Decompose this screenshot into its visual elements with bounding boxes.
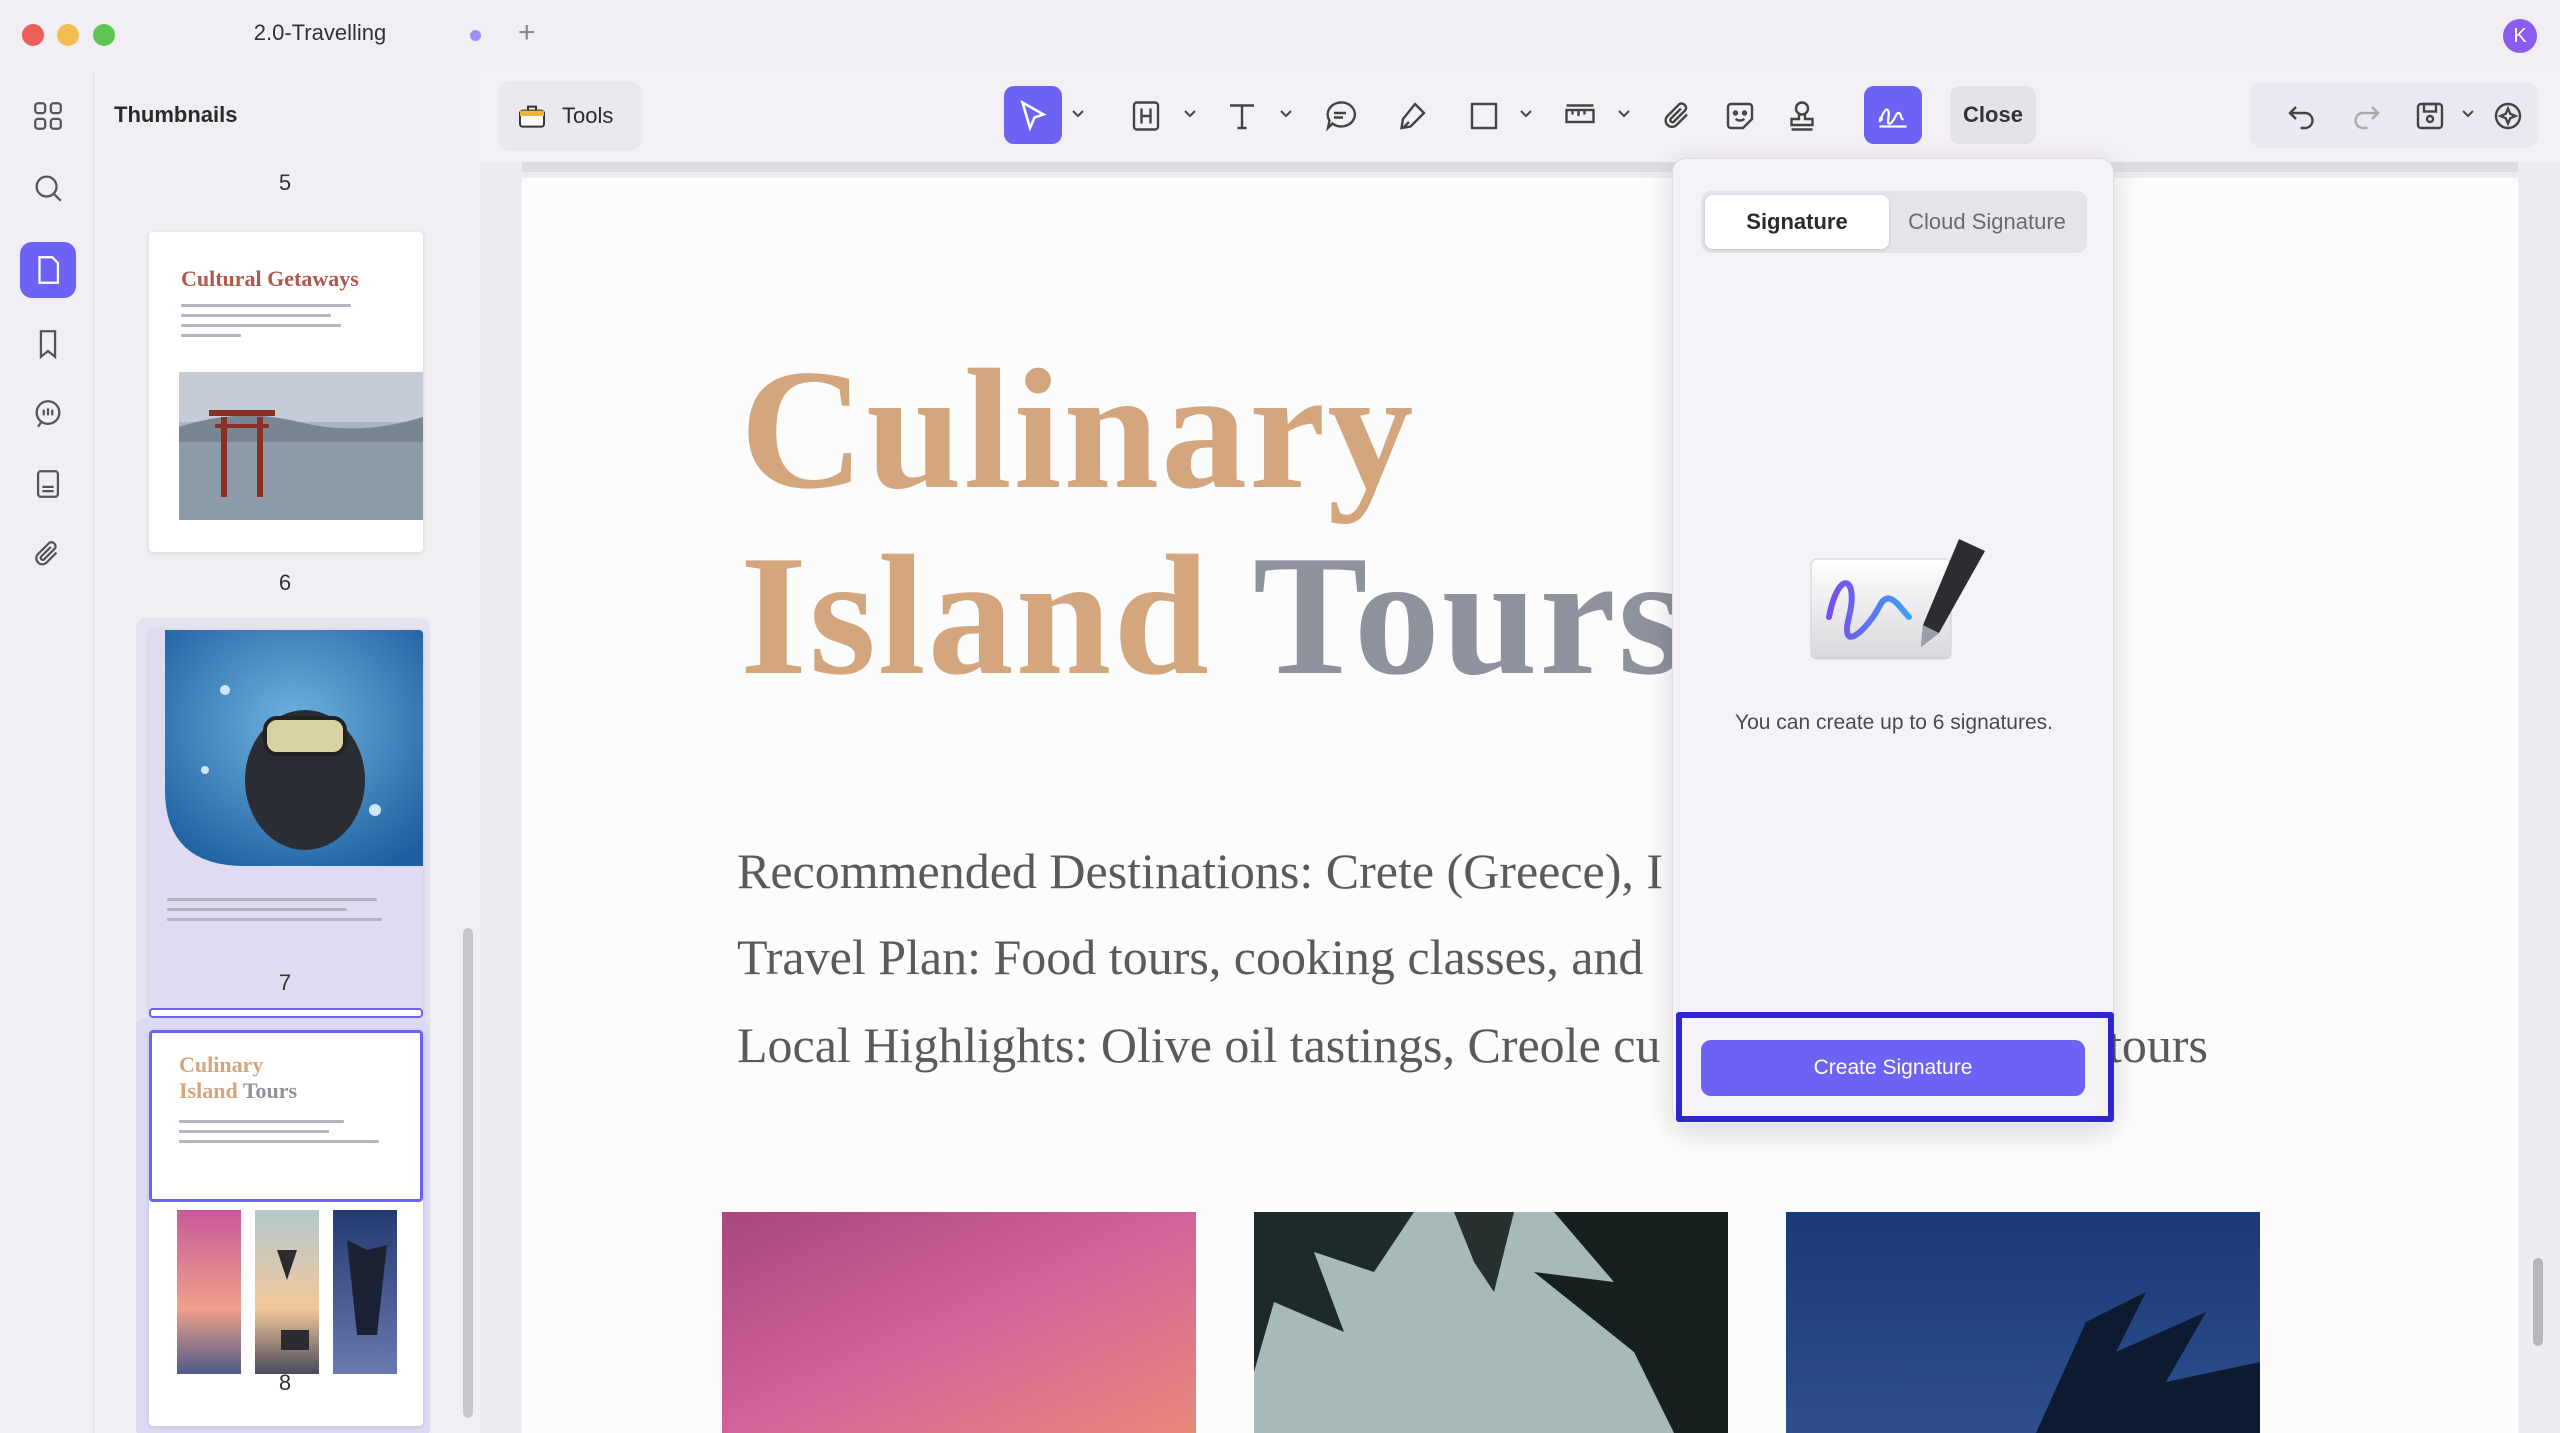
document-tab-title[interactable]: 2.0-Travelling <box>200 20 440 46</box>
new-tab-button[interactable]: + <box>518 16 536 50</box>
thumbnails-title: Thumbnails <box>114 102 238 127</box>
chevron-down-icon[interactable] <box>2460 105 2476 121</box>
unsaved-dot-icon <box>470 30 481 41</box>
palm-tree-photo[interactable] <box>1254 1212 1728 1433</box>
text-icon[interactable] <box>1222 96 1262 136</box>
bookmark-icon[interactable] <box>20 316 76 372</box>
tab-cloud-signature[interactable]: Cloud Signature <box>1891 195 2083 249</box>
toolbox-icon <box>519 105 545 128</box>
document-title-line1[interactable]: Culinary <box>740 332 1415 529</box>
signature-segmented-control: Signature Cloud Signature <box>1701 191 2087 253</box>
title-word-tours: Tours <box>1252 521 1687 711</box>
stamp-icon[interactable] <box>1782 96 1822 136</box>
thumbnail-text-lines <box>181 304 351 344</box>
sunset-photos <box>177 1210 397 1374</box>
pages-icon[interactable] <box>20 242 76 298</box>
apps-icon[interactable] <box>20 88 76 144</box>
thumbnail-page-number: 7 <box>278 970 292 995</box>
thumbnail-page-number: 5 <box>278 170 292 195</box>
main-toolbar: Tools Close <box>480 72 2560 162</box>
left-rail <box>0 72 94 1433</box>
document-line-destinations[interactable]: Recommended Destinations: Crete (Greece)… <box>737 842 1663 900</box>
chevron-down-icon[interactable] <box>1616 105 1632 121</box>
document-line-highlights-tail[interactable]: tours <box>2108 1016 2208 1074</box>
tools-label: Tools <box>562 103 614 128</box>
cursor-icon[interactable] <box>1013 96 1053 136</box>
create-signature-button[interactable]: Create Signature <box>1701 1040 2085 1096</box>
page-divider <box>522 162 2518 172</box>
close-button[interactable]: Close <box>1950 86 2036 144</box>
redo-icon[interactable] <box>2346 96 2386 136</box>
zoom-window-button[interactable] <box>93 24 115 46</box>
signature-icon[interactable] <box>1873 96 1913 136</box>
close-window-button[interactable] <box>22 24 44 46</box>
torii-gate-photo <box>179 372 423 520</box>
rectangle-icon[interactable] <box>1464 96 1504 136</box>
title-word-island: Island <box>740 521 1211 711</box>
thumbnails-scrollbar[interactable] <box>463 928 473 1418</box>
minimize-window-button[interactable] <box>57 24 79 46</box>
thumbnail-progress <box>149 1008 423 1018</box>
night-palm-photo[interactable] <box>1786 1212 2260 1433</box>
pen-icon[interactable] <box>1392 96 1432 136</box>
signature-limit-hint: You can create up to 6 signatures. <box>1735 711 2053 734</box>
comments-icon[interactable] <box>20 386 76 442</box>
pink-sunset-photo[interactable] <box>722 1212 1196 1433</box>
document-title-line2[interactable]: Island Tours <box>740 518 1687 715</box>
document-line-travel-plan[interactable]: Travel Plan: Food tours, cooking classes… <box>737 928 1643 986</box>
thumbnail-text-lines <box>167 898 387 928</box>
forms-icon[interactable] <box>20 456 76 512</box>
tools-button[interactable]: Tools <box>498 81 642 151</box>
thumbnail-subtitle: Island Tours <box>179 1078 298 1103</box>
signature-popover: Signature Cloud Signature You can create… <box>1672 158 2114 1124</box>
thumbnail-title: Cultural Getaways <box>181 266 359 291</box>
highlight-icon[interactable] <box>1126 96 1166 136</box>
chevron-down-icon[interactable] <box>1070 105 1086 121</box>
attachment-icon[interactable] <box>1658 96 1698 136</box>
thumbnail-page-number: 8 <box>278 1370 292 1395</box>
save-icon[interactable] <box>2410 96 2450 136</box>
undo-icon[interactable] <box>2282 96 2322 136</box>
avatar[interactable]: K <box>2503 19 2537 53</box>
thumbnail-page-6[interactable]: Cultural Getaways <box>149 232 423 552</box>
document-line-highlights[interactable]: Local Highlights: Olive oil tastings, Cr… <box>737 1016 1660 1074</box>
search-icon[interactable] <box>20 160 76 216</box>
thumbnail-page-8[interactable]: Culinary Island Tours <box>149 1030 423 1426</box>
tab-signature[interactable]: Signature <box>1705 195 1889 249</box>
chevron-down-icon[interactable] <box>1518 105 1534 121</box>
diver-photo <box>165 630 423 866</box>
sticker-icon[interactable] <box>1720 96 1760 136</box>
thumbnail-title: Culinary <box>179 1052 264 1077</box>
document-scrollbar[interactable] <box>2533 1258 2543 1346</box>
thumbnail-page-7[interactable] <box>149 630 423 1026</box>
chevron-down-icon[interactable] <box>1182 105 1198 121</box>
thumbnail-page-number: 6 <box>278 570 292 595</box>
chevron-down-icon[interactable] <box>1278 105 1294 121</box>
title-bar: 2.0-Travelling + K <box>0 0 2560 72</box>
ai-assistant-icon[interactable] <box>2488 96 2528 136</box>
signature-illustration-icon <box>1810 539 1985 660</box>
measure-icon[interactable] <box>1560 96 1600 136</box>
attachment-icon[interactable] <box>20 526 76 582</box>
thumbnail-text-lines <box>179 1120 379 1150</box>
comment-icon[interactable] <box>1320 96 1360 136</box>
thumbnails-panel: Thumbnails 5 Cultural Getaways 6 7 Culin… <box>94 72 480 1433</box>
